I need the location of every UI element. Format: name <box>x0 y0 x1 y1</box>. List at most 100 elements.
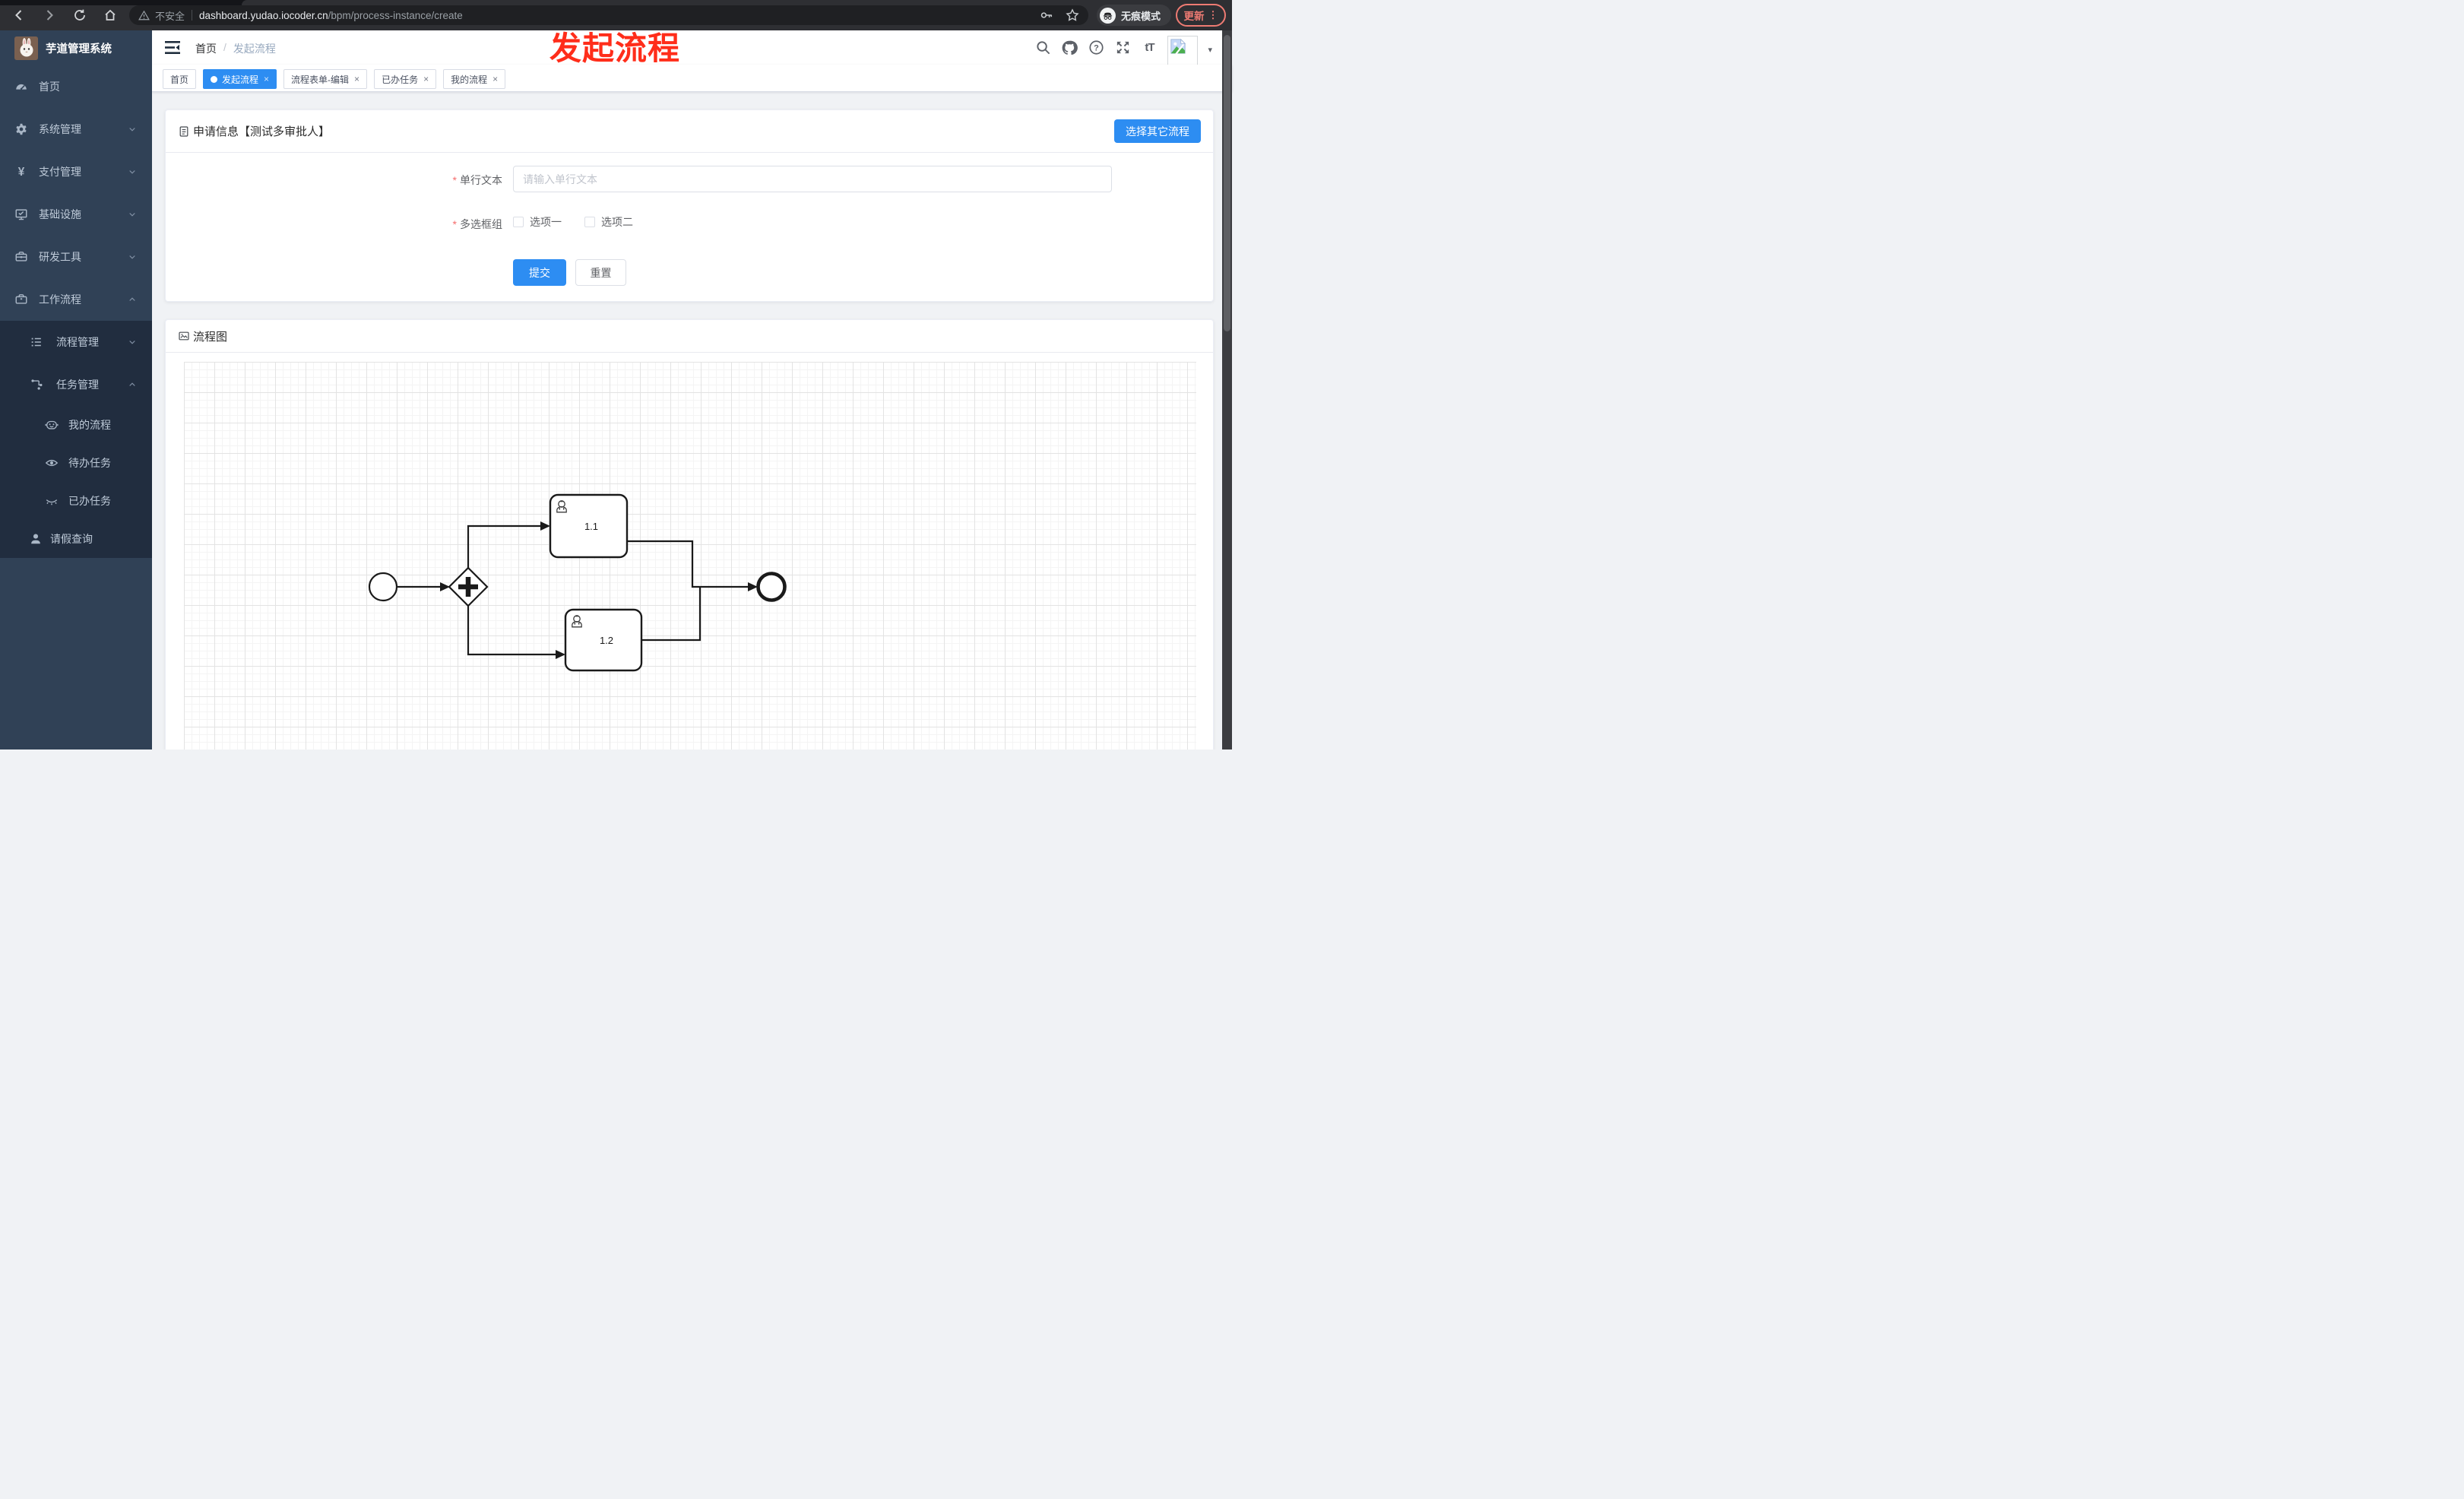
forward-icon[interactable] <box>43 8 56 22</box>
chrome-update-button[interactable]: 更新 ⋮ <box>1176 4 1226 27</box>
robot-face-icon <box>45 420 59 429</box>
required-mark: * <box>452 218 457 230</box>
bpmn-canvas[interactable]: 1.1 1.2 <box>184 362 1196 750</box>
chevron-down-icon <box>129 170 135 174</box>
sidebar-item-payment-mgmt[interactable]: ¥ 支付管理 <box>0 151 152 193</box>
tag-label: 发起流程 <box>222 74 259 85</box>
sidebar-item-workflow[interactable]: 工作流程 <box>0 278 152 321</box>
chevron-up-icon <box>129 382 135 386</box>
sidebar-item-infrastructure[interactable]: 基础设施 <box>0 193 152 236</box>
checkbox-option-1[interactable]: 选项一 <box>513 214 562 230</box>
github-icon[interactable] <box>1061 40 1078 56</box>
bpmn-user-task-1-1[interactable]: 1.1 <box>549 493 629 559</box>
chevron-down-icon <box>129 213 135 217</box>
tag-label: 首页 <box>170 74 189 85</box>
url-host[interactable]: dashboard.yudao.iocoder.cn <box>199 10 328 21</box>
close-icon[interactable]: × <box>354 74 359 84</box>
page-scrollbar[interactable] <box>1222 30 1232 750</box>
bookmark-star-icon[interactable] <box>1066 8 1079 22</box>
apply-info-title-row: 申请信息【测试多审批人】 <box>178 123 330 139</box>
close-icon[interactable]: × <box>264 74 269 84</box>
task-label: 1.1 <box>584 521 598 532</box>
tag-process-form-edit[interactable]: 流程表单-编辑 × <box>283 69 368 89</box>
url-path[interactable]: /bpm/process-instance/create <box>328 10 463 21</box>
chevron-down-icon <box>129 341 135 344</box>
text-field-label: * 单行文本 <box>452 174 502 186</box>
checkbox-box[interactable] <box>513 217 524 227</box>
font-size-icon[interactable]: tT <box>1141 40 1158 56</box>
chevron-up-icon <box>129 297 135 301</box>
bpmn-end-event[interactable] <box>756 572 787 602</box>
browser-menu-icon[interactable]: ⋮ <box>1208 9 1218 21</box>
close-icon[interactable]: × <box>492 74 498 84</box>
single-line-text-input[interactable] <box>513 166 1112 192</box>
app-header: 首页 / 发起流程 ? tT ▾ <box>152 30 1232 66</box>
briefcase-icon <box>15 294 27 304</box>
update-label[interactable]: 更新 <box>1184 8 1205 23</box>
flow-icon <box>31 379 43 390</box>
bpmn-start-event[interactable] <box>368 572 398 602</box>
incognito-badge: 无痕模式 <box>1097 5 1171 26</box>
sidebar-item-label: 支付管理 <box>39 166 81 178</box>
not-secure-warning-icon <box>138 10 150 20</box>
checkbox-label: 选项二 <box>601 216 633 228</box>
svg-text:?: ? <box>1094 44 1099 53</box>
close-icon[interactable]: × <box>423 74 429 84</box>
bpmn-parallel-gateway[interactable] <box>448 566 489 607</box>
checkbox-option-2[interactable]: 选项二 <box>584 214 633 230</box>
app-logo-row[interactable]: 芋道管理系统 <box>0 30 152 65</box>
sidebar-item-label: 请假查询 <box>50 533 93 545</box>
avatar[interactable] <box>1167 35 1199 66</box>
tag-home[interactable]: 首页 <box>163 69 197 89</box>
chevron-down-icon <box>129 255 135 259</box>
sidebar-item-my-process[interactable]: 我的流程 <box>0 406 152 444</box>
process-diagram-card: 流程图 1.1 1.2 <box>165 319 1214 750</box>
sidebar-item-todo-tasks[interactable]: 待办任务 <box>0 444 152 482</box>
scrollbar-thumb[interactable] <box>1224 35 1230 331</box>
reload-icon[interactable] <box>73 8 87 22</box>
back-icon[interactable] <box>12 8 26 22</box>
sidebar-item-dev-tools[interactable]: 研发工具 <box>0 236 152 278</box>
sidebar-item-label: 流程管理 <box>56 336 99 348</box>
diagram-title: 流程图 <box>193 330 228 344</box>
reset-button[interactable]: 重置 <box>575 259 626 286</box>
sidebar-item-process-mgmt[interactable]: 流程管理 <box>0 321 152 363</box>
not-secure-label[interactable]: 不安全 <box>155 8 185 23</box>
tag-my-process[interactable]: 我的流程 × <box>443 69 506 89</box>
bpmn-user-task-1-2[interactable]: 1.2 <box>564 608 643 672</box>
sidebar-collapse-icon[interactable] <box>165 40 180 55</box>
process-diagram-card-header: 流程图 <box>166 320 1213 353</box>
required-mark: * <box>452 174 457 186</box>
main-content: 申请信息【测试多审批人】 选择其它流程 *单行文本 *多选框组 选项一 选项二 … <box>152 92 1222 750</box>
annotation-title: 发起流程 <box>549 30 681 66</box>
search-icon[interactable] <box>1034 40 1051 56</box>
help-icon[interactable]: ? <box>1088 40 1104 56</box>
sidebar-item-task-mgmt[interactable]: 任务管理 <box>0 363 152 406</box>
tag-start-process[interactable]: 发起流程 × <box>203 69 277 89</box>
gear-icon <box>16 123 27 135</box>
tag-label: 已办任务 <box>382 74 419 85</box>
document-icon <box>179 125 188 137</box>
home-icon[interactable] <box>103 8 117 22</box>
sidebar-item-done-tasks[interactable]: 已办任务 <box>0 482 152 520</box>
sidebar-item-leave-query[interactable]: 请假查询 <box>0 520 152 558</box>
app-title: 芋道管理系统 <box>46 43 112 55</box>
fullscreen-icon[interactable] <box>1114 40 1131 56</box>
breadcrumb-home[interactable]: 首页 <box>195 41 217 56</box>
yen-icon: ¥ <box>18 166 25 179</box>
checkbox-box[interactable] <box>584 217 595 227</box>
tag-done-tasks[interactable]: 已办任务 × <box>374 69 437 89</box>
sidebar-item-label: 任务管理 <box>56 379 99 391</box>
sidebar-item-home[interactable]: 首页 <box>0 65 152 108</box>
breadcrumb: 首页 / 发起流程 <box>195 41 276 56</box>
incognito-label: 无痕模式 <box>1121 10 1161 22</box>
password-key-icon[interactable] <box>1040 8 1053 22</box>
task-label: 1.2 <box>600 635 613 646</box>
browser-active-tab-edge <box>242 0 1232 5</box>
submit-button[interactable]: 提交 <box>513 259 566 286</box>
breadcrumb-current: 发起流程 <box>233 43 276 55</box>
sidebar-item-label: 已办任务 <box>68 495 111 507</box>
avatar-caret-icon[interactable]: ▾ <box>1208 45 1212 55</box>
sidebar-item-system-mgmt[interactable]: 系统管理 <box>0 108 152 151</box>
select-other-process-button[interactable]: 选择其它流程 <box>1114 119 1201 143</box>
